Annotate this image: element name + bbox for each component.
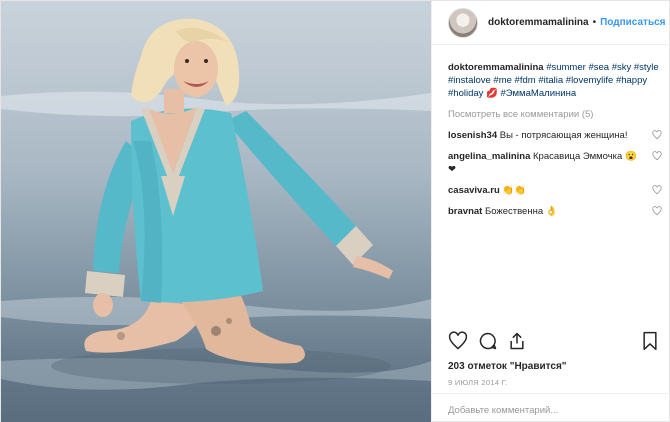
view-all-comments-link[interactable]: Посмотреть все комментарии (5) — [448, 108, 662, 121]
hashtag[interactable]: #italia — [538, 75, 563, 86]
hashtag[interactable]: #style — [634, 62, 659, 73]
comment-username[interactable]: angelina_malinina — [448, 151, 530, 162]
post-header: doktoremmamalinina • Подписаться — [432, 1, 670, 45]
hashtag[interactable]: #fdm — [515, 75, 536, 86]
comments-section: doktoremmamalinina #summer #sea #sky #st… — [448, 61, 662, 218]
header-username[interactable]: doktoremmamalinina — [488, 17, 589, 28]
caption: doktoremmamalinina #summer #sea #sky #st… — [448, 61, 662, 100]
hashtag[interactable]: #sea — [588, 62, 609, 73]
heart-icon[interactable] — [652, 206, 662, 216]
bookmark-icon[interactable] — [640, 331, 660, 351]
kiss-emoji: 💋 — [486, 88, 498, 99]
hashtag[interactable]: #happy — [616, 75, 647, 86]
hashtag[interactable]: #lovemylife — [566, 75, 614, 86]
hashtag[interactable]: #instalove — [448, 75, 491, 86]
caption-username[interactable]: doktoremmamalinina — [448, 62, 544, 73]
comment-row: losenish34 Вы - потрясающая женщина! — [448, 129, 662, 142]
share-icon[interactable] — [507, 331, 527, 351]
hashtag[interactable]: #summer — [546, 62, 586, 73]
separator-dot: • — [592, 17, 597, 28]
comment-text: Божественна 👌 — [484, 206, 558, 217]
hashtag[interactable]: #sky — [612, 62, 632, 73]
comment-username[interactable]: bravnat — [448, 206, 482, 217]
comment-text: Вы - потрясающая женщина! — [499, 130, 628, 141]
instagram-post: doktoremmamalinina • Подписаться doktore… — [0, 0, 670, 422]
comment-username[interactable]: casaviva.ru — [448, 185, 500, 196]
post-photo[interactable] — [1, 1, 431, 422]
photo-illustration — [1, 18, 431, 390]
comment-row: angelina_malinina Красавица Эммочка 😮❤ — [448, 150, 662, 176]
action-bar — [448, 331, 658, 355]
hashtag[interactable]: #holiday — [448, 88, 483, 99]
hashtag[interactable]: #ЭммаМалинина — [501, 88, 577, 99]
likes-count[interactable]: 203 отметок "Нравится" — [448, 361, 567, 372]
hashtag[interactable]: #me — [493, 75, 511, 86]
follow-button[interactable]: Подписаться — [600, 17, 665, 28]
heart-icon[interactable] — [652, 151, 662, 161]
comment-text: 👏👏 — [502, 185, 527, 196]
avatar[interactable] — [448, 7, 478, 38]
comment-row: bravnat Божественна 👌 — [448, 205, 662, 218]
heart-icon[interactable] — [448, 331, 468, 351]
post-sidebar: doktoremmamalinina • Подписаться doktore… — [431, 1, 670, 422]
post-date: 9 ИЮЛЯ 2014 Г. — [448, 378, 508, 387]
comment-username[interactable]: losenish34 — [448, 130, 497, 141]
heart-icon[interactable] — [652, 185, 662, 195]
add-comment-input[interactable]: Добавьте комментарий... — [432, 393, 670, 422]
heart-icon[interactable] — [652, 130, 662, 140]
comment-icon[interactable] — [478, 331, 498, 351]
comment-row: casaviva.ru 👏👏 — [448, 184, 662, 197]
